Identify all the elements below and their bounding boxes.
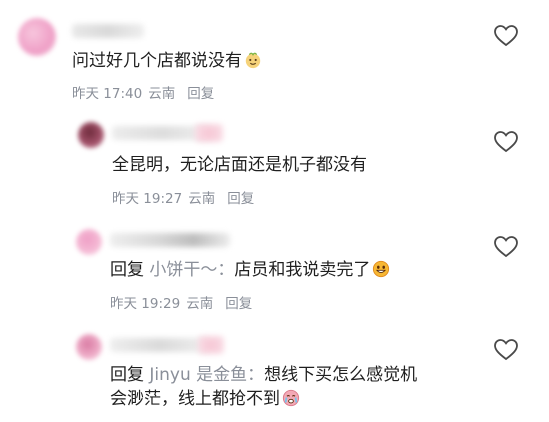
comment-body: 问过好几个店都说没有 xyxy=(72,51,242,71)
crying-face-emoji xyxy=(282,389,300,407)
comment-meta: 昨天 17:40 云南 回复 xyxy=(72,82,220,102)
location: 云南 xyxy=(188,191,216,207)
username[interactable] xyxy=(72,24,144,38)
comment-body-line2: 会渺茫，线上都抢不到 xyxy=(110,389,280,409)
timestamp: 昨天 17:40 xyxy=(72,86,143,102)
heart-icon[interactable] xyxy=(493,338,519,362)
avatar[interactable] xyxy=(76,229,102,255)
reply-prefix: 回复 xyxy=(110,365,144,385)
heart-icon[interactable] xyxy=(493,235,519,259)
reply-item: 回复 小饼干～：店员和我说卖完了 昨天 19:29 云南 回复 xyxy=(0,215,549,320)
reply-prefix: 回复 xyxy=(110,260,144,280)
username[interactable] xyxy=(110,338,210,352)
avatar[interactable] xyxy=(18,18,56,56)
comment-item: 问过好几个店都说没有 昨天 17:40 云南 回复 xyxy=(0,0,549,110)
heart-icon[interactable] xyxy=(493,24,519,48)
comment-text: 问过好几个店都说没有 xyxy=(72,48,262,74)
username-suffix xyxy=(198,336,224,354)
comment-body-line1: 想线下买怎么感觉机 xyxy=(264,365,418,385)
mention-link[interactable]: 小饼干～： xyxy=(149,260,234,280)
comment-body: 全昆明，无论店面还是机子都没有 xyxy=(112,155,367,175)
comment-meta: 昨天 19:29 云南 回复 xyxy=(110,292,258,312)
comment-text: 全昆明，无论店面还是机子都没有 xyxy=(112,152,367,178)
location: 云南 xyxy=(186,296,214,312)
comment-text: 回复 小饼干～：店员和我说卖完了 xyxy=(110,257,390,283)
timestamp: 昨天 19:27 xyxy=(112,191,183,207)
timestamp: 昨天 19:29 xyxy=(110,296,181,312)
comment-meta: 昨天 19:27 云南 回复 xyxy=(112,187,260,207)
comment-text: 回复 Jinyu 是金鱼：想线下买怎么感觉机 xyxy=(110,362,417,388)
avatar[interactable] xyxy=(78,122,104,148)
username[interactable] xyxy=(110,233,230,247)
reply-item: 全昆明，无论店面还是机子都没有 昨天 19:27 云南 回复 xyxy=(0,110,549,215)
comment-text-line2: 会渺茫，线上都抢不到 xyxy=(110,386,300,412)
comment-body: 店员和我说卖完了 xyxy=(234,260,371,280)
reply-item: 回复 Jinyu 是金鱼：想线下买怎么感觉机 会渺茫，线上都抢不到 xyxy=(0,320,549,422)
reply-button[interactable]: 回复 xyxy=(227,191,254,207)
location: 云南 xyxy=(148,86,176,102)
reply-button[interactable]: 回复 xyxy=(225,296,252,312)
heart-icon[interactable] xyxy=(493,130,519,154)
reply-button[interactable]: 回复 xyxy=(187,86,214,102)
grinning-face-emoji xyxy=(373,260,390,278)
username-suffix xyxy=(195,124,223,142)
mention-link[interactable]: Jinyu 是金鱼： xyxy=(149,365,264,385)
smiling-face-emoji xyxy=(245,52,261,69)
avatar[interactable] xyxy=(76,334,102,360)
